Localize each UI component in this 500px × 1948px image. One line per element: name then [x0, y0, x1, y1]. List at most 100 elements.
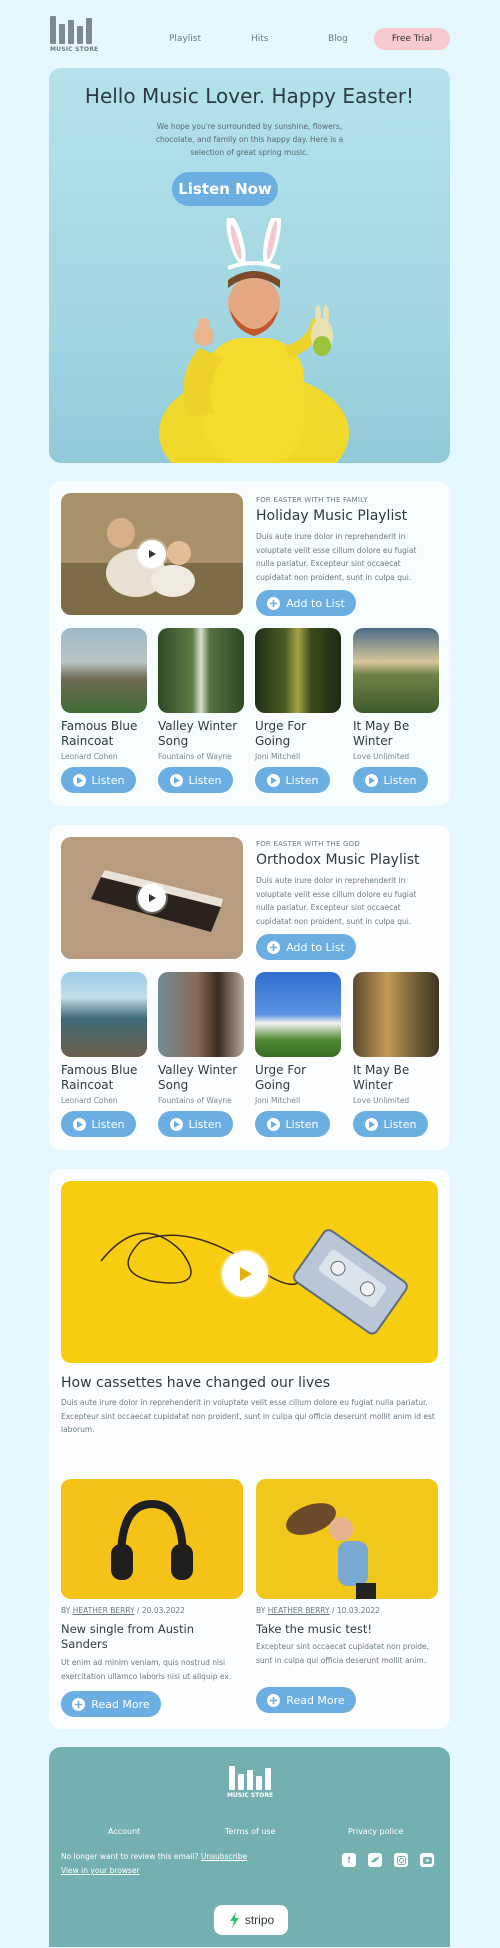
instagram-icon[interactable] — [394, 1853, 408, 1867]
listen-now-button[interactable]: Listen Now — [172, 172, 278, 206]
equalizer-logo-icon — [50, 12, 100, 44]
listen-button[interactable]: Listen — [353, 767, 428, 793]
listen-button[interactable]: Listen — [158, 1111, 233, 1137]
article-meta: BY HEATHER BERRY / 20.03.2022 — [61, 1606, 185, 1615]
blog-card: How cassettes have changed our lives Dui… — [49, 1169, 450, 1729]
by-label: BY — [256, 1606, 266, 1615]
plus-icon — [267, 1693, 281, 1707]
listen-label: Listen — [91, 773, 125, 787]
song-artist: Leonard Cohen — [61, 1096, 118, 1105]
blog-description: Duis aute irure dolor in reprehenderit i… — [61, 1398, 435, 1434]
playlist-description: Duis aute irure dolor in reprehenderit i… — [256, 876, 417, 926]
song-image-cross[interactable] — [61, 972, 147, 1057]
hero-title: Hello Music Lover. Happy Easter! — [84, 84, 415, 108]
add-to-list-label: Add to List — [286, 940, 345, 954]
cassette-video-image[interactable] — [61, 1181, 438, 1363]
plus-icon — [267, 940, 281, 954]
song-artist: Joni Mitchell — [255, 752, 301, 761]
read-more-label: Read More — [91, 1697, 150, 1711]
footer-link-terms[interactable]: Terms of use — [225, 1827, 276, 1836]
song-title: Valley Winter Song — [158, 719, 238, 748]
easter-man-image — [159, 218, 349, 463]
view-in-browser-link[interactable]: View in your browser — [61, 1866, 140, 1875]
youtube-icon[interactable] — [420, 1853, 434, 1867]
store-logo[interactable]: MUSIC STORE — [50, 12, 100, 56]
listen-button[interactable]: Listen — [255, 1111, 330, 1137]
free-trial-button[interactable]: Free Trial — [374, 28, 450, 50]
listen-label: Listen — [383, 773, 417, 787]
listen-button[interactable]: Listen — [61, 1111, 136, 1137]
stripo-logo-icon — [229, 1912, 239, 1928]
hero-banner: Hello Music Lover. Happy Easter! We hope… — [49, 68, 450, 463]
facebook-icon[interactable]: f — [342, 1853, 356, 1867]
author-link[interactable]: HEATHER BERRY — [268, 1606, 330, 1615]
footer-logo[interactable]: MUSIC STORE — [225, 1764, 275, 1799]
blog-title: How cassettes have changed our lives — [61, 1375, 331, 1391]
playlist-kicker: FOR EASTER WITH THE GOD — [256, 840, 360, 848]
listen-label: Listen — [285, 773, 319, 787]
nav-playlist[interactable]: Playlist — [169, 34, 201, 44]
song-artist: Fountains of Wayne — [158, 1096, 232, 1105]
listen-button[interactable]: Listen — [255, 767, 330, 793]
headphones-icon — [61, 1479, 243, 1599]
song-image-praying-man[interactable] — [158, 972, 244, 1057]
listen-label: Listen — [188, 773, 222, 787]
listen-button[interactable]: Listen — [61, 767, 136, 793]
song-artist: Love Unlimited — [353, 752, 410, 761]
by-label: BY — [61, 1606, 71, 1615]
play-icon[interactable] — [138, 540, 166, 568]
song-image-forest[interactable] — [255, 628, 341, 713]
song-title: It May Be Winter — [353, 1063, 410, 1092]
song-image-cathedral[interactable] — [353, 972, 439, 1057]
headphones-image[interactable] — [61, 1479, 243, 1599]
play-icon[interactable] — [138, 884, 166, 912]
unsubscribe-link[interactable]: Unsubscribe — [201, 1852, 247, 1861]
article-meta: BY HEATHER BERRY / 10.03.2022 — [256, 1606, 380, 1615]
playlist-description: Duis aute irure dolor in reprehenderit i… — [256, 532, 417, 582]
add-to-list-button[interactable]: Add to List — [256, 934, 356, 960]
play-icon — [364, 1117, 378, 1131]
song-artist: Leonard Cohen — [61, 752, 118, 761]
song-title: Famous Blue Raincoat — [61, 719, 138, 748]
stripo-label: stripo — [244, 1913, 275, 1927]
nav-blog[interactable]: Blog — [328, 34, 348, 44]
listen-label: Listen — [188, 1117, 222, 1131]
song-image-waterfall[interactable] — [158, 628, 244, 713]
footer-link-account[interactable]: Account — [108, 1827, 140, 1836]
plus-icon — [72, 1697, 86, 1711]
playlist-card-orthodox: FOR EASTER WITH THE GOD Orthodox Music P… — [49, 825, 450, 1150]
listen-button[interactable]: Listen — [353, 1111, 428, 1137]
plus-icon — [267, 596, 281, 610]
play-icon — [72, 773, 86, 787]
play-icon[interactable] — [222, 1251, 268, 1297]
play-icon — [364, 773, 378, 787]
play-icon — [72, 1117, 86, 1131]
author-link[interactable]: HEATHER BERRY — [73, 1606, 135, 1615]
listen-button[interactable]: Listen — [158, 767, 233, 793]
read-more-label: Read More — [286, 1693, 345, 1707]
song-artist: Joni Mitchell — [255, 1096, 301, 1105]
listen-label: Listen — [383, 1117, 417, 1131]
read-more-button[interactable]: Read More — [61, 1691, 161, 1717]
song-image-church[interactable] — [255, 972, 341, 1057]
playlist-cover-image[interactable] — [61, 493, 243, 615]
song-title: Urge For Going — [255, 1063, 307, 1092]
playlist-cover-image[interactable] — [61, 837, 243, 959]
woman-music-image — [256, 1479, 438, 1599]
footer-logo-text: MUSIC STORE — [226, 1792, 274, 1799]
dancing-woman-image[interactable] — [256, 1479, 438, 1599]
twitter-icon[interactable] — [368, 1853, 382, 1867]
stripo-badge[interactable]: stripo — [214, 1905, 288, 1935]
footer-link-privacy[interactable]: Privacy police — [348, 1827, 403, 1836]
nav-hits[interactable]: Hits — [251, 34, 269, 44]
article-date: / 20.03.2022 — [137, 1606, 185, 1615]
add-to-list-button[interactable]: Add to List — [256, 590, 356, 616]
song-image-valley[interactable] — [353, 628, 439, 713]
song-image-mountain[interactable] — [61, 628, 147, 713]
article-description: Excepteur sint occaecat cupidatat non pr… — [256, 1642, 430, 1665]
logo-text: MUSIC STORE — [50, 46, 99, 53]
song-title: Urge For Going — [255, 719, 307, 748]
hero-subtitle: We hope you're surrounded by sunshine, f… — [155, 122, 344, 157]
read-more-button[interactable]: Read More — [256, 1687, 356, 1713]
playlist-title: Orthodox Music Playlist — [256, 852, 420, 868]
